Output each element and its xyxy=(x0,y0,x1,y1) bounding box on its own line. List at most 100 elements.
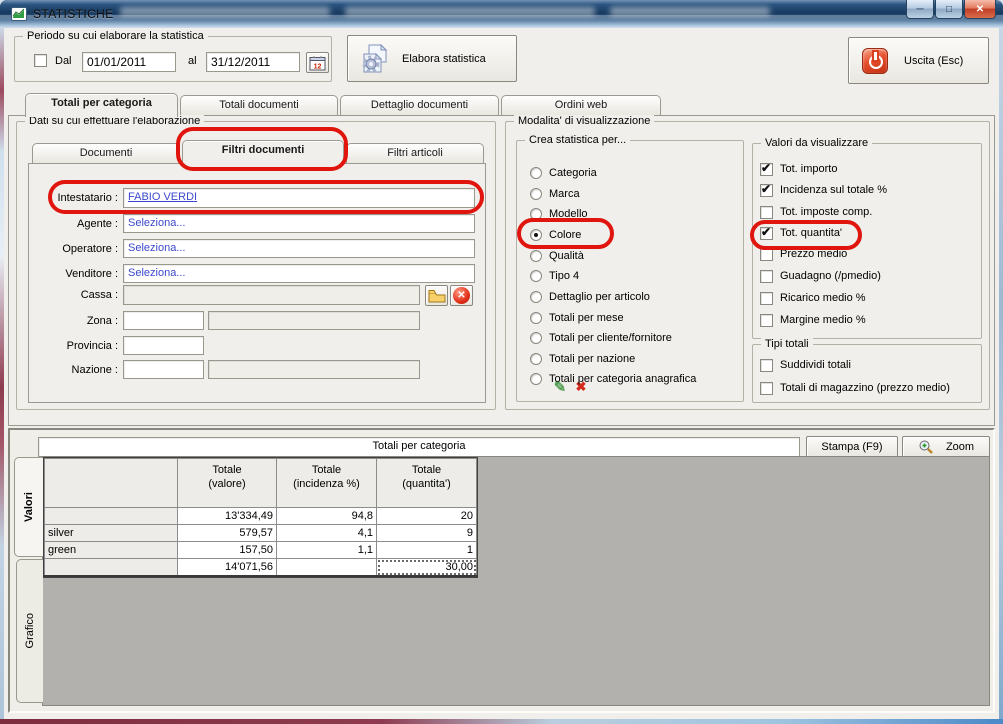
zoom-button[interactable]: Zoom xyxy=(902,436,990,458)
checkbox-ricarico-medio[interactable]: Ricarico medio % xyxy=(760,290,866,306)
side-tab-grafico[interactable]: Grafico xyxy=(16,559,43,703)
elabora-statistica-button[interactable]: Elabora statistica xyxy=(347,35,517,82)
intestatario-label: Intestatario : xyxy=(57,192,118,204)
incidenza-cell[interactable]: 4,1 xyxy=(276,524,377,542)
calendar-icon: 12 xyxy=(309,55,326,70)
radio-tipo-4[interactable]: Tipo 4 xyxy=(530,268,579,284)
subtab-filtri-articoli[interactable]: Filtri articoli xyxy=(346,143,484,163)
radio-icon xyxy=(530,270,542,282)
maximize-button[interactable]: □ xyxy=(935,0,963,19)
agente-select-link[interactable]: Seleziona... xyxy=(128,217,185,229)
checkbox-checked-icon: ✔ xyxy=(760,181,773,197)
table-total-row: 14'071,56 30,00 xyxy=(44,558,477,577)
radio-totali-per-nazione[interactable]: Totali per nazione xyxy=(530,351,635,367)
tab-totali-per-categoria[interactable]: Totali per categoria xyxy=(25,93,178,117)
tab-totali-documenti[interactable]: Totali documenti xyxy=(180,95,338,115)
period-dal-checkbox[interactable] xyxy=(34,54,47,67)
nazione-label: Nazione : xyxy=(71,364,118,376)
window-left-border xyxy=(0,28,4,719)
radio-totali-per-categoria-anagrafica[interactable]: Totali per categoria anagrafica xyxy=(530,371,696,387)
table-header-row: Totale (valore) Totale (incidenza %) Total… xyxy=(44,458,477,508)
radio-qualita[interactable]: Qualità xyxy=(530,248,584,264)
elabora-label: Elabora statistica xyxy=(402,52,486,65)
checkbox-totali-di-magazzino[interactable]: Totali di magazzino (prezzo medio) xyxy=(760,380,950,396)
checkbox-tot-quantita[interactable]: ✔ Tot. quantita' xyxy=(760,225,842,241)
checkbox-icon xyxy=(760,205,773,219)
subtab-documenti[interactable]: Documenti xyxy=(32,143,180,163)
valore-cell[interactable]: 579,57 xyxy=(177,524,277,542)
cassa-browse-button[interactable] xyxy=(425,285,448,306)
zona-input[interactable] xyxy=(123,311,204,330)
agente-label: Agente : xyxy=(77,218,118,230)
results-table: Totale (valore) Totale (incidenza %) Total… xyxy=(43,457,478,578)
stampa-button[interactable]: Stampa (F9) xyxy=(806,436,898,458)
radio-dettaglio-per-articolo[interactable]: Dettaglio per articolo xyxy=(530,289,650,305)
checkbox-incidenza-sul-totale[interactable]: ✔ Incidenza sul totale % xyxy=(760,182,887,198)
table-row: green 157,50 1,1 1 xyxy=(44,541,477,559)
checkbox-checked-icon: ✔ xyxy=(760,224,773,240)
nazione-input[interactable] xyxy=(123,360,204,379)
title-bar: STATISTICHE ─ □ ✕ xyxy=(0,0,1003,28)
date-from-input[interactable] xyxy=(82,52,176,72)
subtab-filtri-documenti[interactable]: Filtri documenti xyxy=(182,140,344,165)
minimize-button[interactable]: ─ xyxy=(906,0,934,19)
modalita-group-label: Modalita' di visualizzazione xyxy=(514,115,655,127)
checkbox-icon xyxy=(760,381,773,395)
checkbox-tot-importo[interactable]: ✔ Tot. importo xyxy=(760,161,837,177)
radio-colore[interactable]: Colore xyxy=(530,227,581,243)
row-label-cell[interactable]: green xyxy=(44,541,178,559)
radio-totali-per-cliente-fornitore[interactable]: Totali per cliente/fornitore xyxy=(530,330,672,346)
valore-cell[interactable]: 157,50 xyxy=(177,541,277,559)
checkbox-tot-imposte-comp[interactable]: Tot. imposte comp. xyxy=(760,204,872,220)
venditore-field[interactable]: Seleziona... xyxy=(123,264,475,283)
valore-cell[interactable]: 13'334,49 xyxy=(177,507,277,525)
tab-dettaglio-documenti[interactable]: Dettaglio documenti xyxy=(340,95,499,115)
process-documents-icon xyxy=(362,43,388,72)
uscita-label: Uscita (Esc) xyxy=(904,54,964,67)
checkbox-margine-medio[interactable]: Margine medio % xyxy=(760,312,866,328)
close-button[interactable]: ✕ xyxy=(964,0,996,19)
header-empty xyxy=(44,458,178,508)
checkbox-guadagno[interactable]: Guadagno (/pmedio) xyxy=(760,268,881,284)
total-valore-cell[interactable]: 14'071,56 xyxy=(177,558,277,577)
folder-icon xyxy=(428,289,445,302)
uscita-button[interactable]: Uscita (Esc) xyxy=(848,37,989,84)
calendar-button[interactable]: 12 xyxy=(306,52,329,73)
radio-totali-per-mese[interactable]: Totali per mese xyxy=(530,310,624,326)
row-label-cell[interactable]: silver xyxy=(44,524,178,542)
quantita-cell[interactable]: 20 xyxy=(376,507,477,525)
valori-group-label: Valori da visualizzare xyxy=(761,137,873,149)
quantita-cell[interactable]: 1 xyxy=(376,541,477,559)
al-label: al xyxy=(188,55,197,67)
total-quantita-cell-selected[interactable]: 30,00 xyxy=(376,558,477,577)
incidenza-cell[interactable]: 1,1 xyxy=(276,541,377,559)
checkbox-prezzo-medio[interactable]: Prezzo medio xyxy=(760,246,847,262)
incidenza-cell[interactable]: 94,8 xyxy=(276,507,377,525)
radio-icon xyxy=(530,188,542,200)
side-tab-valori[interactable]: Valori xyxy=(14,457,43,557)
radio-icon xyxy=(530,353,542,365)
venditore-select-link[interactable]: Seleziona... xyxy=(128,267,185,279)
operatore-field[interactable]: Seleziona... xyxy=(123,239,475,258)
quantita-cell[interactable]: 9 xyxy=(376,524,477,542)
close-icon: ✕ xyxy=(975,3,985,15)
intestatario-field[interactable]: FABIO VERDI ✎ ✖ xyxy=(123,188,586,396)
radio-marca[interactable]: Marca xyxy=(530,186,580,202)
table-row: 13'334,49 94,8 20 xyxy=(44,507,477,525)
radio-categoria[interactable]: Categoria xyxy=(530,165,597,181)
minimize-icon: ─ xyxy=(916,3,924,15)
tab-ordini-web[interactable]: Ordini web xyxy=(501,95,661,115)
total-label-cell[interactable] xyxy=(44,558,178,577)
radio-modello[interactable]: Modello xyxy=(530,206,588,222)
checkbox-suddividi-totali[interactable]: Suddividi totali xyxy=(760,357,851,373)
total-incidenza-cell[interactable] xyxy=(276,558,377,577)
radio-icon xyxy=(530,250,542,262)
cassa-clear-button[interactable]: ✕ xyxy=(450,285,473,306)
operatore-select-link[interactable]: Seleziona... xyxy=(128,242,185,254)
cassa-field xyxy=(123,285,420,305)
row-label-cell[interactable] xyxy=(44,507,178,525)
agente-field[interactable]: Seleziona... xyxy=(123,214,475,233)
provincia-input[interactable] xyxy=(123,336,204,355)
intestatario-value-link[interactable]: FABIO VERDI xyxy=(128,191,197,203)
date-to-input[interactable] xyxy=(206,52,300,72)
